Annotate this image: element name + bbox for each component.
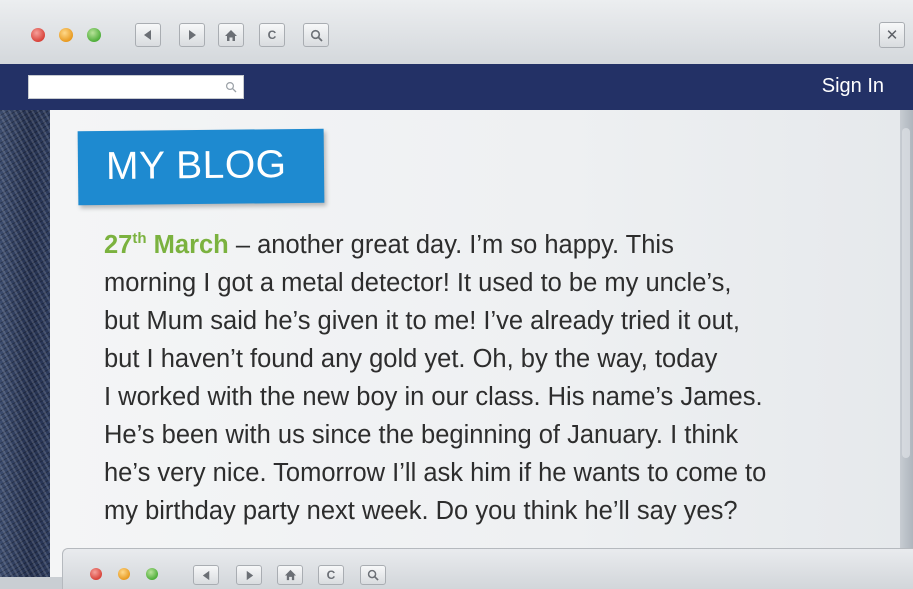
post-line-3: but Mum said he’s given it to me! I’ve a… — [104, 307, 740, 335]
back-icon — [144, 30, 151, 40]
search-icon — [367, 569, 379, 581]
blog-title-banner: MY BLOG — [77, 128, 325, 206]
site-navbar: Sign In — [0, 64, 913, 110]
refresh-button[interactable]: C — [259, 23, 285, 47]
home-icon — [225, 29, 237, 41]
forward-button[interactable] — [179, 23, 205, 47]
refresh-icon: C — [267, 28, 277, 42]
maximize-window-dot[interactable] — [146, 568, 158, 580]
close-window-dot[interactable] — [31, 28, 45, 42]
close-icon: ✕ — [885, 26, 899, 44]
back-button[interactable] — [135, 23, 161, 47]
close-window-dot[interactable] — [90, 568, 102, 580]
post-line-2: morning I got a metal detector! It used … — [104, 269, 732, 297]
browser-titlebar: C ✕ — [0, 0, 913, 65]
post-line-1: 27th March – another great day. I’m so h… — [104, 230, 674, 259]
post-date: 27th March — [104, 230, 229, 259]
search-button[interactable] — [360, 565, 386, 585]
post-line-6: He’s been with us since the beginning of… — [104, 421, 739, 449]
refresh-button[interactable]: C — [318, 565, 344, 585]
scrollbar-thumb[interactable] — [902, 128, 910, 458]
second-browser-window: C — [62, 548, 913, 589]
post-line-8: my birthday party next week. Do you thin… — [104, 497, 738, 525]
denim-texture — [0, 110, 50, 577]
maximize-window-dot[interactable] — [87, 28, 101, 42]
back-button[interactable] — [193, 565, 219, 585]
post-line-7: he’s very nice. Tomorrow I’ll ask him if… — [104, 459, 767, 487]
post-line-4: but I haven’t found any gold yet. Oh, by… — [104, 345, 718, 373]
search-button[interactable] — [303, 23, 329, 47]
search-icon — [225, 81, 237, 93]
minimize-window-dot[interactable] — [59, 28, 73, 42]
scrollbar[interactable] — [900, 110, 913, 577]
forward-icon — [246, 570, 253, 580]
home-button[interactable] — [218, 23, 244, 47]
search-input[interactable] — [28, 75, 244, 99]
sign-in-link[interactable]: Sign In — [822, 75, 884, 98]
search-icon — [310, 29, 323, 42]
close-button[interactable]: ✕ — [879, 22, 905, 48]
home-button[interactable] — [277, 565, 303, 585]
blog-title: MY BLOG — [105, 143, 287, 188]
blog-post: 27th March – another great day. I’m so h… — [104, 226, 894, 530]
post-line-5: I worked with the new boy in our class. … — [104, 383, 763, 411]
home-icon — [284, 569, 296, 581]
refresh-icon: C — [326, 568, 336, 582]
minimize-window-dot[interactable] — [118, 568, 130, 580]
forward-icon — [189, 30, 196, 40]
back-icon — [202, 570, 209, 580]
forward-button[interactable] — [236, 565, 262, 585]
